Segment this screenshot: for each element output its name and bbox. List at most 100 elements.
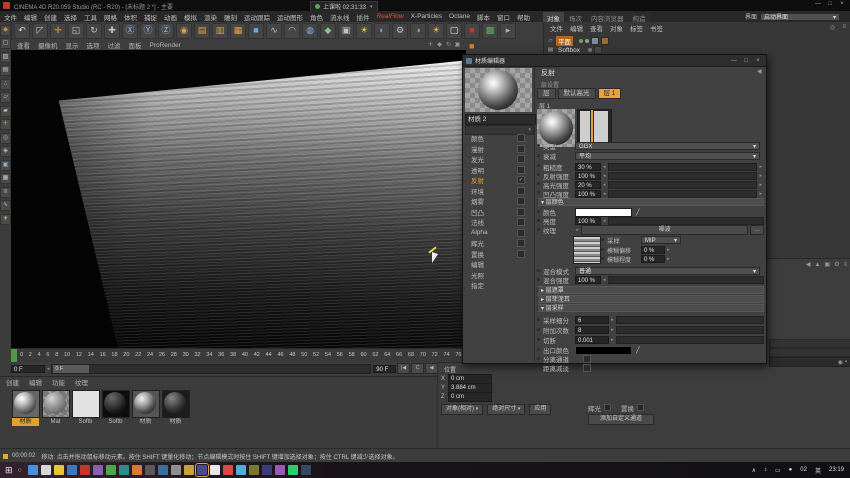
menu-item[interactable]: 插件 [357, 12, 370, 22]
add-custom-channel-button[interactable]: 添加自定义通道 [588, 414, 654, 425]
menu-item[interactable]: 工具 [84, 12, 97, 22]
viewport-menu-item[interactable]: ProRender [150, 42, 181, 49]
sampling-track[interactable] [616, 326, 764, 334]
sampling-track[interactable] [616, 316, 764, 324]
tray-icon[interactable]: ∧ [752, 467, 756, 474]
render-dot-icon[interactable] [585, 39, 589, 43]
maximize-button[interactable]: □ [824, 1, 836, 7]
material-menu-item[interactable]: 纹理 [75, 377, 88, 387]
coordinate-system-icon[interactable]: ◉ [176, 23, 192, 39]
separate-pass-checkbox[interactable] [583, 355, 591, 363]
edges-mode-icon[interactable]: ▱ [0, 92, 11, 103]
extrude-icon[interactable]: ◆ [320, 23, 336, 39]
mix-strength-field[interactable]: 100 % [575, 276, 601, 284]
tray-icon[interactable]: ♪ [764, 467, 767, 473]
light-icon[interactable]: ☀ [356, 23, 372, 39]
menu-item[interactable]: 帮助 [517, 12, 530, 22]
gear-icon[interactable]: ⚙ [392, 23, 408, 39]
visibility-dot-icon[interactable] [588, 48, 592, 52]
camera-icon[interactable]: ▣ [338, 23, 354, 39]
polygons-mode-icon[interactable]: ▰ [0, 106, 11, 117]
taskbar-app-icon[interactable] [80, 465, 90, 475]
object-name[interactable]: Softbox [556, 47, 582, 54]
frame-slider-handle[interactable]: 0 F [53, 365, 89, 373]
current-frame-field[interactable]: 0 F [11, 365, 45, 373]
frame-step-icon[interactable]: ◂ [47, 366, 50, 372]
filter-icon[interactable]: ≡ [842, 24, 846, 30]
key-icon[interactable]: C [411, 363, 424, 374]
slider-track[interactable] [608, 190, 758, 198]
channel-row[interactable]: 置换 [463, 249, 534, 260]
x-axis-lock-icon[interactable]: Ⓧ [122, 23, 138, 39]
menu-item[interactable]: 创建 [44, 12, 57, 22]
compositing-tag-icon[interactable] [594, 46, 602, 54]
object-manager-menu-item[interactable]: 对象 [610, 23, 623, 33]
quantize-icon[interactable]: ≡ [0, 187, 11, 198]
menu-item[interactable]: 网格 [104, 12, 117, 22]
material-menu-item[interactable]: 创建 [6, 377, 19, 387]
menu-icon[interactable]: ≡ [843, 262, 847, 268]
end-frame-field[interactable]: 90 F [373, 365, 396, 373]
texture-thumbnail[interactable] [573, 236, 601, 264]
timeline-ruler[interactable]: 0246810121416182022242628303234363840424… [11, 348, 466, 363]
plane-white-icon[interactable]: ▢ [446, 23, 462, 39]
menu-item[interactable]: 编辑 [24, 12, 37, 22]
toggle-view-icon[interactable]: ▣ [453, 41, 462, 49]
pen-icon[interactable]: ∿ [266, 23, 282, 39]
taskbar-app-icon[interactable] [132, 465, 142, 475]
channel-row[interactable]: 漫射 [463, 144, 534, 155]
distance-dim-checkbox[interactable] [583, 364, 591, 372]
slider-track[interactable] [608, 181, 758, 189]
object-manager-menu-item[interactable]: 标签 [630, 23, 643, 33]
channel-row[interactable]: 发光 [463, 154, 534, 165]
taskbar-app-icon[interactable] [54, 465, 64, 475]
reflection-layer-tab[interactable]: 层 [537, 88, 556, 99]
live-selection-icon[interactable]: ◸ [32, 23, 48, 39]
sampling-dropdown[interactable]: MIP▾ [641, 236, 681, 244]
render-settings-icon[interactable]: ▦ [230, 23, 246, 39]
menu-item[interactable]: 模拟 [184, 12, 197, 22]
menu-item[interactable]: 窗口 [497, 12, 510, 22]
coordinate-button[interactable]: 对象(相对) ▾ [441, 404, 483, 415]
taskbar-app-icon[interactable] [236, 465, 246, 475]
enable-axis-icon[interactable]: ✛ [0, 119, 11, 130]
reflection-layer-tab[interactable]: 默认高光 [558, 88, 596, 99]
sampling-value-field[interactable]: 0.001 [575, 336, 609, 344]
undo-icon[interactable]: ↶ [14, 23, 30, 39]
slider-track[interactable] [608, 172, 758, 180]
object-row[interactable]: ▤ Softbox [547, 46, 850, 54]
layer-color-section[interactable]: ▾ 层颜色 [537, 198, 764, 206]
move-tool-icon[interactable]: ✛ [50, 23, 66, 39]
menu-item[interactable]: 流水线 [330, 12, 350, 22]
viewport-menu-item[interactable]: 过滤 [108, 40, 121, 50]
clock[interactable]: 23:19 [829, 467, 844, 473]
eyedropper-icon[interactable]: ╱ [636, 347, 640, 354]
channel-row[interactable]: 透明 [463, 165, 534, 176]
texture-button[interactable]: 噪波 [581, 225, 748, 235]
search-icon[interactable]: ◎ [830, 24, 835, 31]
close-button[interactable]: × [836, 1, 848, 7]
menu-item[interactable]: 脚本 [477, 12, 490, 22]
taskbar-app-icon[interactable] [223, 465, 233, 475]
jump-icon[interactable]: ▸ [500, 23, 516, 39]
dialog-maximize-button[interactable]: □ [740, 58, 752, 64]
material-item[interactable]: Softb [102, 390, 129, 426]
menu-item[interactable]: 动画 [164, 12, 177, 22]
sampling-track[interactable] [616, 336, 764, 344]
rotate-view-icon[interactable]: ↻ [444, 41, 453, 49]
y-axis-lock-icon[interactable]: Ⓨ [140, 23, 156, 39]
locked-workplane-icon[interactable]: ▦ [0, 173, 11, 184]
make-editable-icon[interactable]: ◆ [0, 25, 11, 36]
menu-item[interactable]: 运动图形 [277, 12, 303, 22]
slider-value-field[interactable]: 30 % [575, 163, 601, 171]
workplane-mode-icon[interactable]: ▤ [0, 65, 11, 76]
display-half-icon[interactable]: ◑ [410, 23, 426, 39]
channel-row[interactable]: Alpha [463, 228, 534, 239]
material-preview[interactable] [465, 68, 532, 112]
section-header[interactable]: ▸ 层遮罩 [537, 286, 764, 294]
reflection-layer-tab[interactable]: 层 1 [598, 88, 622, 99]
viewport-menu-item[interactable]: 摄像机 [38, 40, 58, 50]
ime-indicator[interactable]: 英 [815, 466, 821, 475]
material-item[interactable]: Mat [42, 390, 69, 426]
attenuation-dropdown[interactable]: 平均▾ [575, 152, 760, 160]
